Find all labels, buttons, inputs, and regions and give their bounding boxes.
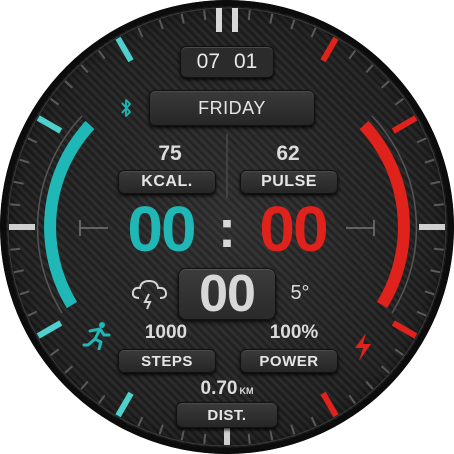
minute-tick: [290, 424, 296, 435]
minute-tick: [13, 269, 24, 274]
minute-tick: [64, 80, 74, 89]
time-separator: :: [218, 199, 236, 259]
minute-tick: [394, 348, 404, 356]
steps-label: STEPS: [118, 349, 216, 373]
pulse-value: 62: [276, 142, 300, 165]
bluetooth-icon: [121, 99, 131, 117]
minute-tick: [365, 64, 374, 74]
date-display: 07 01: [180, 46, 274, 78]
hour-marker: [320, 391, 339, 418]
watch-face: 07 01 FRIDAY 75 KCAL. 62 PULSE 00 : 00 0…: [0, 0, 454, 454]
minute-tick: [27, 137, 38, 144]
distance-unit: KM: [239, 386, 254, 396]
minute-tick: [158, 424, 164, 435]
minute-tick: [348, 394, 356, 404]
weather-value: 00: [178, 265, 276, 323]
minute-tick: [80, 380, 89, 390]
minute-tick: [137, 27, 144, 38]
hour-marker: [36, 320, 63, 339]
minute-tick: [348, 50, 356, 60]
minute-tick: [203, 433, 207, 444]
hour-marker: [115, 36, 134, 63]
minute-tick: [27, 310, 38, 317]
minute-tick: [19, 290, 30, 296]
minute-tick: [50, 348, 60, 356]
minute-tick: [269, 13, 274, 24]
lightning-icon: [355, 333, 371, 361]
minute-tick: [424, 158, 435, 164]
calories-label: KCAL.: [118, 170, 216, 194]
minute-tick: [19, 158, 30, 164]
weekday-label: FRIDAY: [149, 90, 315, 126]
minute-tick: [290, 19, 296, 30]
date-day: 01: [234, 50, 258, 73]
minute-tick: [380, 80, 390, 89]
minute-tick: [433, 203, 444, 207]
distance-value: 0.70: [200, 378, 238, 399]
date-month: 07: [196, 50, 220, 73]
steps-value: 1000: [144, 322, 188, 343]
pulse-label: PULSE: [240, 170, 338, 194]
calories-value: 75: [158, 142, 182, 165]
minute-tick: [98, 50, 106, 60]
minute-tick: [269, 430, 274, 441]
hour-marker: [115, 391, 134, 418]
minute-tick: [416, 137, 427, 144]
minute-tick: [158, 19, 164, 30]
power-label: POWER: [240, 349, 338, 373]
minute-tick: [80, 64, 89, 74]
minute-tick: [180, 13, 185, 24]
power-value: 100%: [269, 322, 319, 343]
time-hours: 00: [127, 193, 196, 265]
hour-marker: [36, 115, 63, 134]
minute-tick: [180, 430, 185, 441]
minute-tick: [310, 416, 317, 427]
distance-readout: 0.70 KM: [190, 378, 264, 400]
minute-tick: [203, 10, 207, 21]
minute-tick: [380, 365, 390, 374]
weather-temperature: 5°: [290, 282, 310, 304]
minute-tick: [13, 180, 24, 185]
minute-tick: [247, 10, 251, 21]
minute-tick: [394, 98, 404, 106]
minute-tick: [247, 433, 251, 444]
minute-tick: [10, 203, 21, 207]
minute-tick: [365, 380, 374, 390]
minute-tick: [50, 98, 60, 106]
minute-tick: [433, 247, 444, 251]
minute-tick: [10, 247, 21, 251]
hour-marker: [320, 36, 339, 63]
minute-tick: [98, 394, 106, 404]
minute-tick: [310, 27, 317, 38]
distance-label: DIST.: [176, 402, 278, 428]
minute-tick: [64, 365, 74, 374]
minute-tick: [424, 290, 435, 296]
minute-tick: [137, 416, 144, 427]
hour-marker: [391, 115, 418, 134]
hour-marker: [391, 320, 418, 339]
minute-tick: [430, 180, 441, 185]
minute-tick: [430, 269, 441, 274]
time-minutes: 00: [259, 193, 328, 265]
minute-tick: [416, 310, 427, 317]
runner-icon: [82, 322, 111, 350]
thunderstorm-cloud-icon: [131, 279, 168, 310]
